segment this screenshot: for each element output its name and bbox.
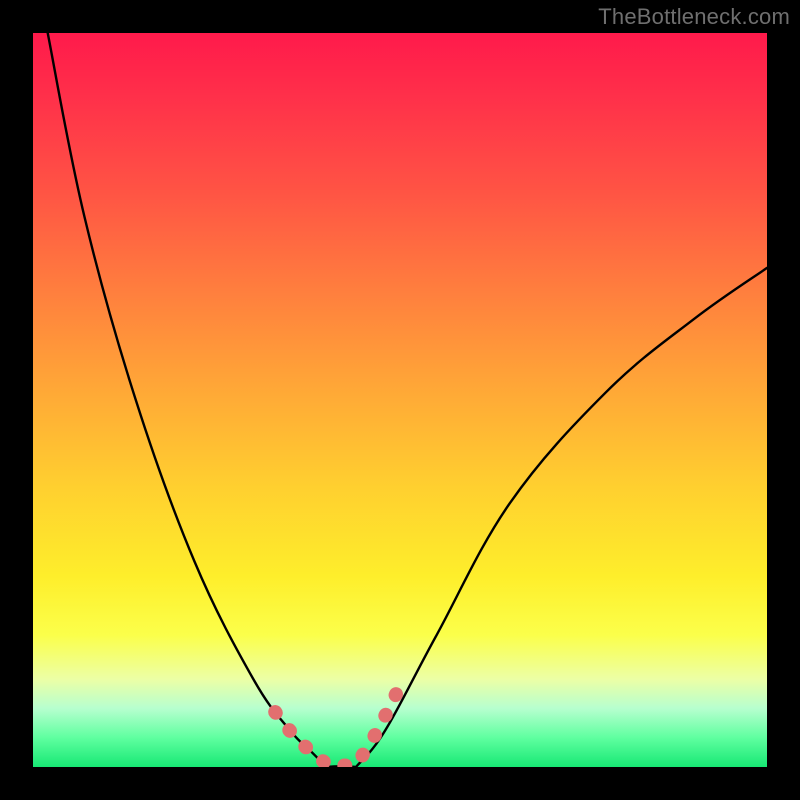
highlight-path [275,694,396,766]
watermark-text: TheBottleneck.com [598,4,790,30]
chart-frame: TheBottleneck.com [0,0,800,800]
curve-layer [33,33,767,767]
curve-path [48,33,767,767]
plot-area [33,33,767,767]
black-curve-group [48,33,767,767]
highlight-group [275,694,396,766]
